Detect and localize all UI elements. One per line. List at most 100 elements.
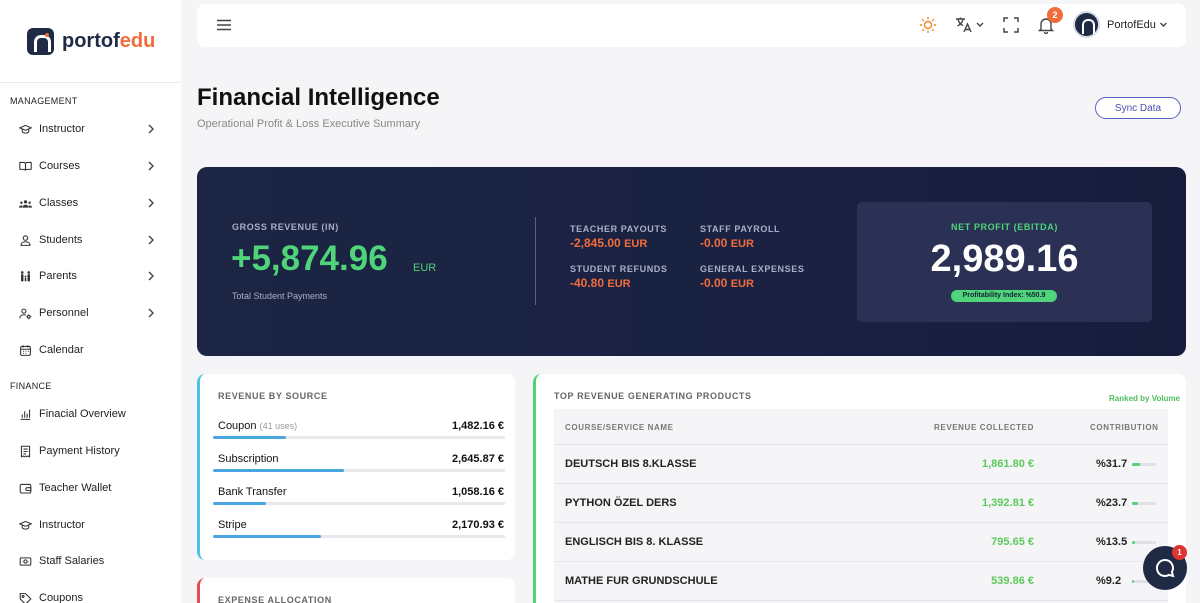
expense-allocation-card: EXPENSE ALLOCATION <box>197 578 515 603</box>
teacher-payouts-label: TEACHER PAYOUTS <box>570 224 668 234</box>
sidebar-item-instructor[interactable]: Instructor <box>0 114 181 144</box>
fullscreen-icon[interactable] <box>1002 16 1020 34</box>
brand-name: portofedu <box>62 30 156 52</box>
product-name: ENGLISCH BIS 8. KLASSE <box>565 536 704 548</box>
source-name: Bank Transfer <box>218 486 287 498</box>
source-value: 2,170.93 € <box>452 519 504 531</box>
teacher-payouts-value: -2,845.00 EUR <box>570 236 648 250</box>
product-contribution: %9.2 <box>1096 575 1122 587</box>
revenue-by-source-card: REVENUE BY SOURCE Coupon (41 uses) 1,482… <box>197 374 515 560</box>
sidebar-item-label: Courses <box>39 160 80 172</box>
chevron-down-icon[interactable] <box>1159 20 1168 29</box>
sidebar-item-financial-overview[interactable]: Finacial Overview <box>0 399 181 429</box>
hero-divider <box>535 217 536 305</box>
chevron-right-icon <box>148 161 154 171</box>
page-subtitle: Operational Profit & Loss Executive Summ… <box>197 118 421 130</box>
book-open-icon <box>19 161 32 171</box>
source-name: Stripe <box>218 519 247 531</box>
contribution-bar-fill <box>1132 463 1140 466</box>
sidebar-item-label: Classes <box>39 197 79 209</box>
sidebar-item-label: Finacial Overview <box>39 408 126 420</box>
chart-bar-icon <box>20 409 31 420</box>
row-divider <box>554 522 1168 523</box>
net-profit-box: NET PROFIT (EBITDA) 2,989.16 Profitabili… <box>857 202 1152 322</box>
general-expenses-label: GENERAL EXPENSES <box>700 264 805 274</box>
sidebar: portofedu MANAGEMENT Instructor Courses … <box>0 0 181 603</box>
source-bar <box>213 502 505 505</box>
sidebar-item-staff-salaries[interactable]: Staff Salaries <box>0 546 181 576</box>
net-profit-value: 2,989.16 <box>930 238 1079 280</box>
sidebar-item-label: Staff Salaries <box>39 555 105 567</box>
contribution-bar <box>1132 463 1156 466</box>
source-bar-fill <box>213 502 266 505</box>
staff-payroll-label: STAFF PAYROLL <box>700 224 781 234</box>
sidebar-item-label: Parents <box>39 270 77 282</box>
product-name: DEUTSCH BIS 8.KLASSE <box>565 458 697 470</box>
page-title: Financial Intelligence <box>197 84 440 111</box>
row-divider <box>554 600 1168 601</box>
tag-icon <box>19 592 32 603</box>
user-name[interactable]: PortofEdu <box>1107 19 1156 31</box>
contribution-bar-fill <box>1132 502 1138 505</box>
source-bar-fill <box>213 469 345 472</box>
product-name: PYTHON ÖZEL DERS <box>565 497 677 509</box>
product-contribution: %31.7 <box>1096 458 1128 470</box>
pnl-summary-card: GROSS REVENUE (IN) +5,874.96 EUR Total S… <box>197 167 1186 356</box>
sidebar-item-payment-history[interactable]: Payment History <box>0 436 181 466</box>
chevron-right-icon <box>148 198 154 208</box>
source-value: 2,645.87 € <box>452 453 504 465</box>
translate-icon[interactable] <box>955 16 985 34</box>
sidebar-item-label: Calendar <box>39 344 84 356</box>
chevron-right-icon <box>148 308 154 318</box>
source-bar <box>213 469 505 472</box>
source-name: Subscription <box>218 453 279 465</box>
sidebar-item-parents[interactable]: Parents <box>0 261 181 291</box>
source-bar <box>213 535 505 538</box>
contribution-bar-fill <box>1132 580 1135 583</box>
products-table: COURSE/SERVICE NAME REVENUE COLLECTED CO… <box>554 409 1168 603</box>
chevron-right-icon <box>148 124 154 134</box>
sidebar-item-classes[interactable]: Classes <box>0 188 181 218</box>
product-revenue: 1,392.81 € <box>982 497 1034 509</box>
avatar[interactable] <box>1073 11 1100 38</box>
gross-revenue-value: +5,874.96 <box>231 239 388 278</box>
section-title-management: MANAGEMENT <box>10 96 78 106</box>
product-revenue: 1,861.80 € <box>982 458 1034 470</box>
sidebar-item-instructor-finance[interactable]: Instructor <box>0 510 181 540</box>
sidebar-item-courses[interactable]: Courses <box>0 151 181 181</box>
ranked-by-volume-label: Ranked by Volume <box>1109 394 1180 403</box>
sidebar-item-label: Instructor <box>39 123 85 135</box>
sidebar-item-label: Students <box>39 234 83 246</box>
source-value: 1,058.16 € <box>452 486 504 498</box>
sun-icon[interactable] <box>919 16 937 34</box>
sidebar-item-label: Coupons <box>39 592 84 603</box>
student-refunds-label: STUDENT REFUNDS <box>570 264 668 274</box>
product-revenue: 795.65 € <box>991 536 1034 548</box>
row-divider <box>554 483 1168 484</box>
users-group-icon <box>19 199 32 208</box>
brand-logo[interactable]: portofedu <box>27 28 155 55</box>
sidebar-item-students[interactable]: Students <box>0 225 181 255</box>
sidebar-divider <box>0 82 181 83</box>
sidebar-item-calendar[interactable]: Calendar <box>0 335 181 365</box>
sidebar-item-teacher-wallet[interactable]: Teacher Wallet <box>0 473 181 503</box>
receipt-icon <box>20 445 31 458</box>
gross-revenue-label: GROSS REVENUE (IN) <box>232 222 339 232</box>
gross-revenue-subtitle: Total Student Payments <box>232 291 328 301</box>
sidebar-item-personnel[interactable]: Personnel <box>0 298 181 328</box>
user-cog-icon <box>19 308 32 319</box>
family-icon <box>20 270 31 281</box>
profitability-badge: Profitability Index: %50.9 <box>951 290 1057 302</box>
chat-bubble-icon <box>1156 558 1175 578</box>
student-refunds-value: -40.80 EUR <box>570 276 631 290</box>
hamburger-menu-icon[interactable] <box>215 16 233 34</box>
net-profit-label: NET PROFIT (EBITDA) <box>951 222 1058 232</box>
calendar-icon <box>20 344 31 356</box>
card-title: TOP REVENUE GENERATING PRODUCTS <box>554 391 752 401</box>
graduation-cap-icon <box>19 520 32 530</box>
sidebar-item-coupons[interactable]: Coupons <box>0 583 181 603</box>
sync-data-button[interactable]: Sync Data <box>1095 97 1181 119</box>
chevron-right-icon <box>148 235 154 245</box>
chevron-right-icon <box>148 271 154 281</box>
sidebar-item-label: Teacher Wallet <box>39 482 112 494</box>
